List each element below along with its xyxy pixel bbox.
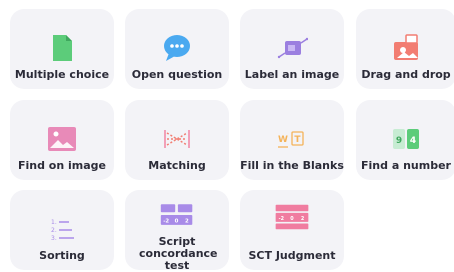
sct-scale-value: 0: [175, 219, 179, 225]
question-type-label: Script concordance test: [139, 235, 218, 272]
sorting-number: 3.: [51, 235, 57, 242]
question-type-label: SCT Judgment: [248, 249, 336, 262]
question-type-multiple-choice[interactable]: Multiple choice: [10, 9, 114, 89]
question-type-fill-in-the-blanks[interactable]: W T Fill in the Blanks: [240, 100, 344, 180]
fill-in-the-blanks-icon: W T: [274, 124, 310, 154]
question-type-label: Find a number: [361, 159, 451, 172]
question-type-label: Open question: [131, 68, 223, 81]
matching-icon: [159, 124, 195, 154]
find-number-digit: 9: [396, 136, 402, 146]
question-type-label: Fill in the Blanks: [240, 159, 344, 172]
sorting-icon: 1. 2. 3.: [44, 214, 80, 244]
question-type-matching[interactable]: Matching: [125, 100, 229, 180]
fill-blank-letter-w: W: [278, 135, 288, 145]
find-a-number-icon: 9 4: [388, 124, 424, 154]
question-type-label: Find on image: [17, 159, 107, 172]
find-number-digit: 4: [410, 136, 416, 146]
sct-judgment-scale-value: -2: [279, 216, 284, 222]
fill-blank-letter-t: T: [294, 135, 301, 145]
multiple-choice-icon: [44, 33, 80, 63]
question-type-find-on-image[interactable]: Find on image: [10, 100, 114, 180]
sct-scale-value: -2: [163, 219, 169, 225]
question-type-find-a-number[interactable]: 9 4 Find a number: [356, 100, 454, 180]
label-image-icon: [274, 33, 310, 63]
find-on-image-icon: [44, 124, 80, 154]
drag-and-drop-icon: [388, 33, 424, 63]
question-type-sct-judgment[interactable]: -2 0 2 SCT Judgment: [240, 190, 344, 270]
sct-judgment-icon: -2 0 2: [274, 202, 310, 232]
script-concordance-icon: -2 0 2: [159, 200, 195, 230]
sct-judgment-scale-value: 2: [301, 216, 304, 222]
question-type-open-question[interactable]: Open question: [125, 9, 229, 89]
sct-scale-value: 2: [185, 219, 189, 225]
question-type-drag-and-drop[interactable]: Drag and drop: [356, 9, 454, 89]
question-type-sorting[interactable]: 1. 2. 3. Sorting: [10, 190, 114, 270]
question-type-label: Drag and drop: [361, 68, 451, 81]
sorting-number: 1.: [51, 219, 57, 226]
question-type-label: Multiple choice: [14, 68, 110, 81]
sct-judgment-scale-value: 0: [290, 216, 294, 222]
sorting-number: 2.: [51, 227, 57, 234]
question-type-label: Label an image: [244, 68, 340, 81]
open-question-icon: [159, 33, 195, 63]
question-type-script-concordance-test[interactable]: -2 0 2 Script concordance test: [125, 190, 229, 272]
question-type-label: Sorting: [39, 249, 85, 262]
question-type-label: Matching: [148, 159, 206, 172]
question-type-label-an-image[interactable]: Label an image: [240, 9, 344, 89]
question-type-grid: Multiple choice Open question Label an i…: [0, 0, 454, 272]
